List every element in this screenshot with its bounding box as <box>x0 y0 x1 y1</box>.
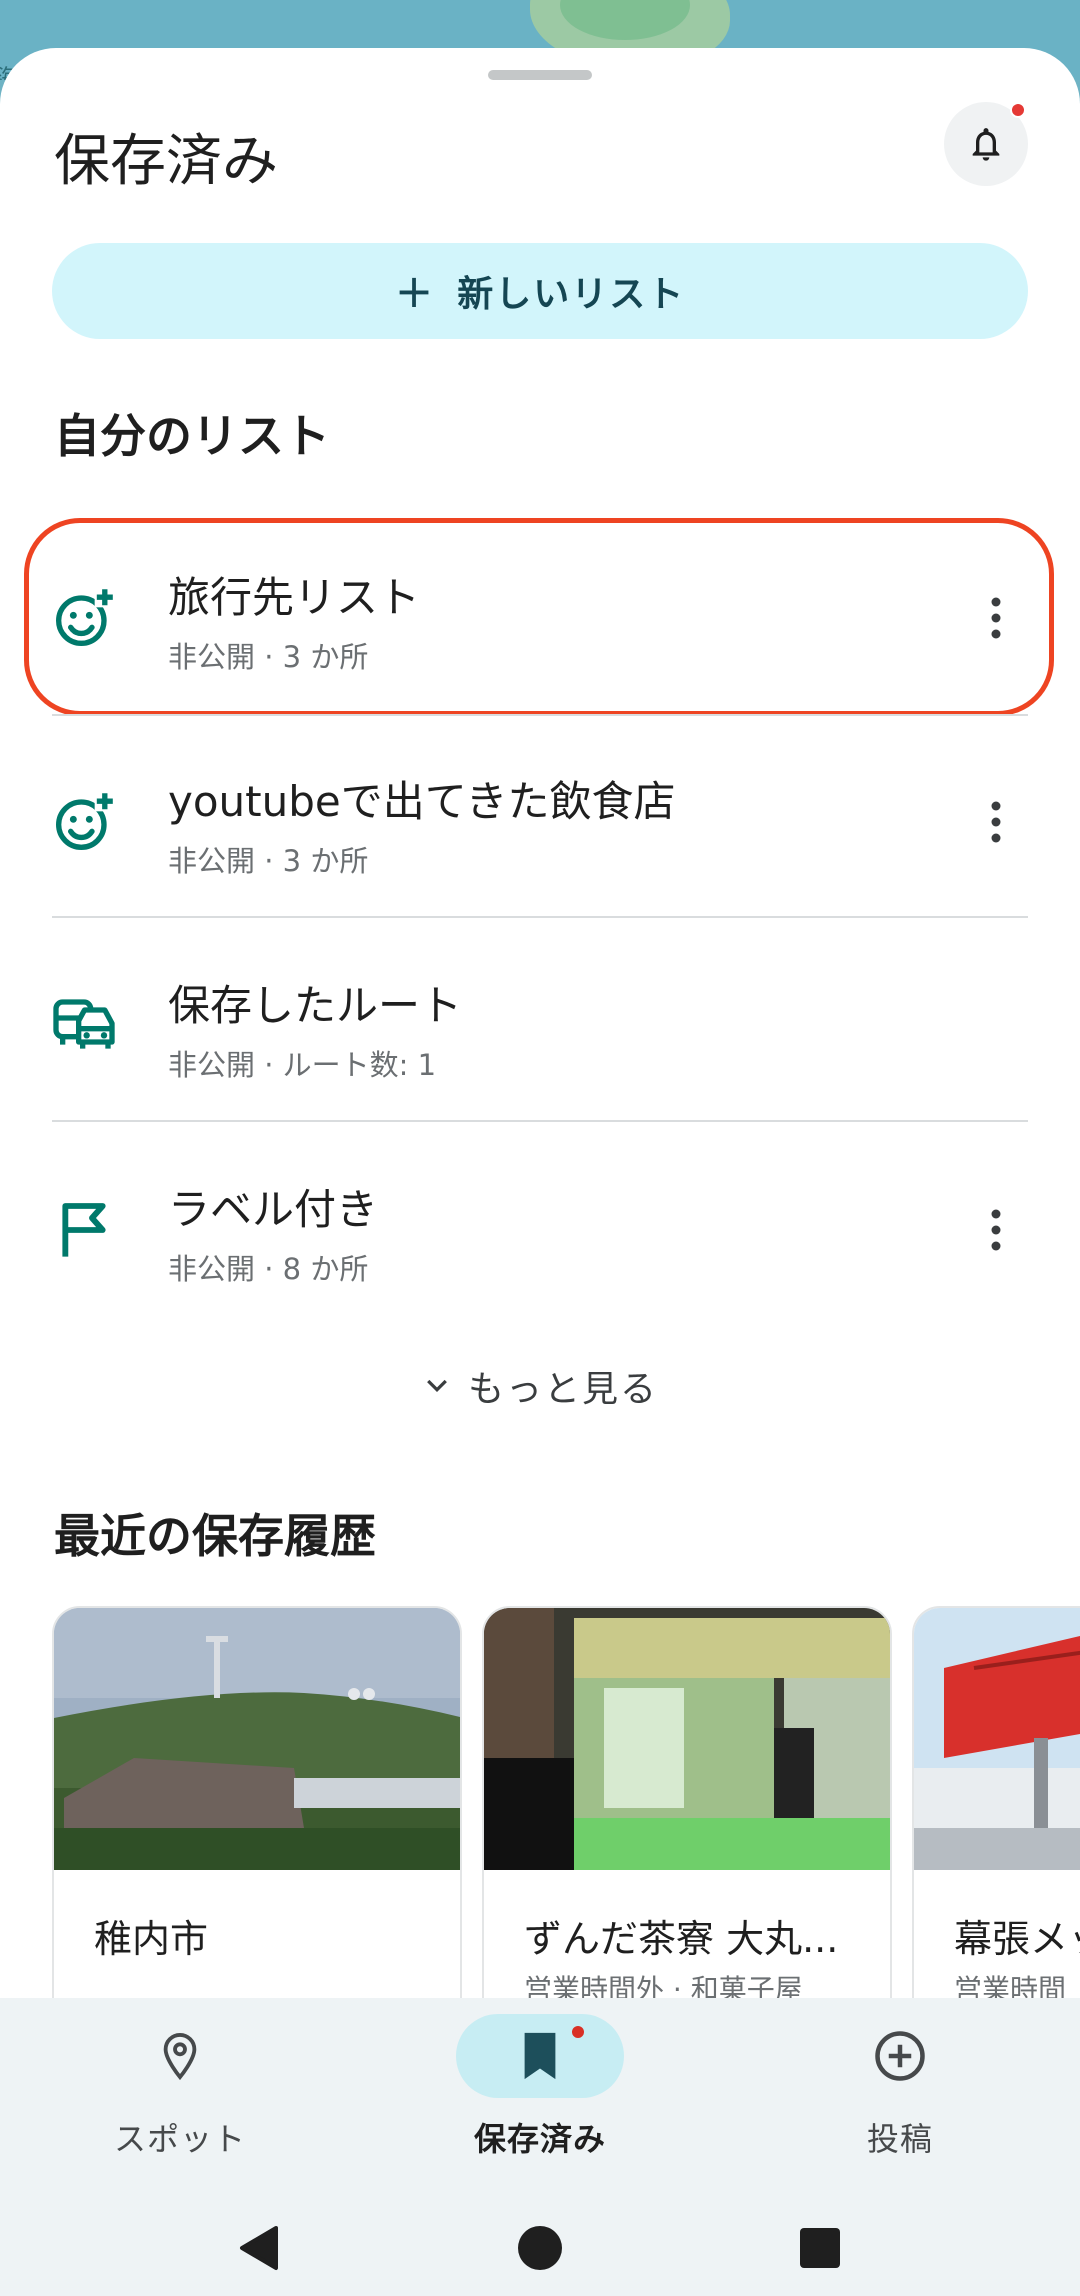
place-name: ずんだ茶寮 大丸... <box>524 1917 839 1961</box>
nav-spots[interactable]: スポット <box>56 2008 316 2188</box>
transit-icon <box>53 999 115 1049</box>
more-vert-icon <box>991 801 1001 843</box>
plus-icon: + <box>394 264 436 318</box>
list-subtitle: 非公開 · 8 か所 <box>168 1252 369 1286</box>
recent-saves-title: 最近の保存履歴 <box>54 1509 376 1563</box>
nav-post[interactable]: 投稿 <box>776 2008 1036 2188</box>
my-lists-title: 自分のリスト <box>54 409 330 463</box>
new-list-button[interactable]: + 新しいリスト <box>52 243 1028 339</box>
drag-handle[interactable] <box>488 70 592 80</box>
new-list-label: 新しいリスト <box>457 274 686 315</box>
home-circle-icon <box>518 2226 562 2270</box>
bell-icon <box>972 128 1000 161</box>
recents-square-icon <box>800 2228 840 2268</box>
recent-card[interactable]: 幕張メッ 営業時間 <box>912 1606 1080 2026</box>
nav-saved-pill <box>456 2014 624 2098</box>
recent-card[interactable]: 稚内市 <box>52 1606 462 2026</box>
list-title: youtubeで出てきた飲食店 <box>168 777 676 826</box>
place-photo <box>54 1608 460 1870</box>
recent-card[interactable]: ずんだ茶寮 大丸... 営業時間外 · 和菓子屋 <box>482 1606 892 2026</box>
divider <box>52 916 1028 918</box>
recents-button[interactable] <box>790 2218 850 2278</box>
more-options-button[interactable] <box>966 792 1026 852</box>
show-more-label: もっと見る <box>467 1369 658 1410</box>
list-title: 保存したルート <box>168 981 463 1030</box>
list-item-youtube[interactable]: youtubeで出てきた飲食店 非公開 · 3 か所 <box>0 720 1080 924</box>
divider <box>52 714 1028 716</box>
divider <box>52 1120 1028 1122</box>
notifications-button[interactable] <box>944 102 1028 186</box>
chevron-down-icon <box>427 1379 447 1393</box>
list-subtitle: 非公開 · ルート数: 1 <box>168 1048 437 1082</box>
flag-icon <box>62 1203 106 1257</box>
place-name: 幕張メッ <box>954 1917 1080 1961</box>
smiley-plus-icon <box>56 791 115 850</box>
home-button[interactable] <box>510 2218 570 2278</box>
location-pin-icon <box>163 2032 197 2081</box>
place-name: 稚内市 <box>94 1917 209 1961</box>
highlight-annotation <box>24 518 1054 716</box>
nav-saved-label: 保存済み <box>473 2120 606 2158</box>
back-button[interactable] <box>228 2218 288 2278</box>
nav-spots-pill <box>96 2014 264 2098</box>
page-title: 保存済み <box>54 129 278 194</box>
list-title: ラベル付き <box>168 1185 379 1234</box>
add-circle-icon <box>875 2031 925 2081</box>
list-item-labeled[interactable]: ラベル付き 非公開 · 8 か所 <box>0 1128 1080 1332</box>
saved-sheet: 保存済み + 新しいリスト 自分のリスト 旅行先リスト 非公開 · 3 か所 y… <box>0 48 1080 2296</box>
nav-saved-badge <box>570 2024 586 2040</box>
recent-cards: 稚内市 ずんだ茶寮 大丸... 営業時間外 · 和菓子屋 幕張メ 営業時間 <box>52 1606 1080 2026</box>
place-photo <box>484 1608 890 1870</box>
bottom-navigation: スポット 保存済み 投稿 <box>0 1998 1080 2198</box>
nav-saved[interactable]: 保存済み <box>416 2008 676 2188</box>
back-triangle-icon <box>240 2226 278 2270</box>
system-navigation-bar <box>0 2198 1080 2296</box>
list-subtitle: 非公開 · 3 か所 <box>168 844 369 878</box>
notification-badge <box>1010 102 1026 118</box>
nav-post-pill <box>816 2014 984 2098</box>
more-vert-icon <box>991 1209 1001 1251</box>
bookmark-icon <box>524 2032 556 2080</box>
nav-spots-label: スポット <box>113 2120 246 2158</box>
place-photo <box>914 1608 1080 1870</box>
list-item-routes[interactable]: 保存したルート 非公開 · ルート数: 1 <box>0 924 1080 1128</box>
nav-post-label: 投稿 <box>866 2120 933 2158</box>
more-options-button[interactable] <box>966 1200 1026 1260</box>
show-more-button[interactable]: もっと見る <box>0 1350 1080 1422</box>
